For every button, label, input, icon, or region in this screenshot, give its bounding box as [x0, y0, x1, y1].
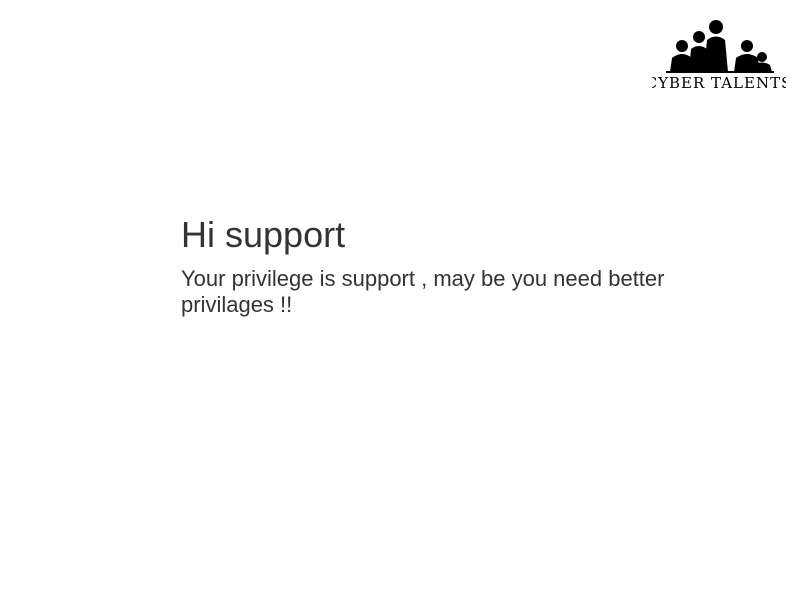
people-silhouette-icon: CYBER TALENTS: [652, 20, 786, 92]
page: CYBER TALENTS Hi support Your privilege …: [0, 0, 800, 600]
logo-text: CYBER TALENTS: [652, 74, 786, 92]
page-title: Hi support: [181, 214, 346, 255]
privilege-message: Your privilege is support , may be you n…: [181, 266, 665, 317]
cyber-talents-logo: CYBER TALENTS: [652, 16, 786, 92]
main-content: Hi support Your privilege is support , m…: [181, 214, 741, 318]
